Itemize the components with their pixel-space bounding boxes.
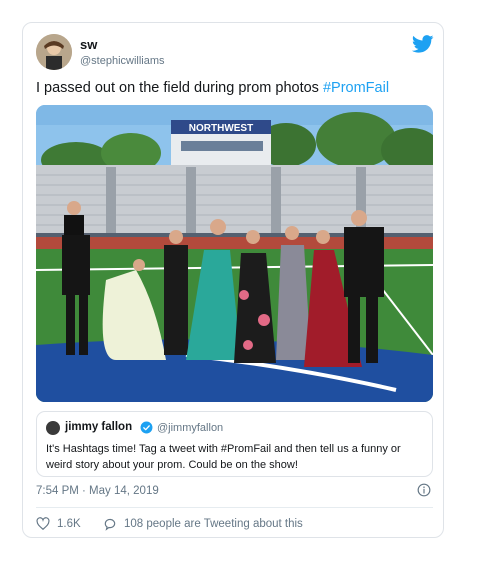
tweet-card[interactable]: sw @stephicwilliams I passed out on the … (22, 22, 444, 538)
tweet-photo[interactable]: NORTHWEST (36, 105, 433, 402)
user-handle[interactable]: @stephicwilliams (80, 55, 165, 67)
hashtag-link[interactable]: #PromFail (323, 80, 389, 96)
avatar[interactable] (36, 34, 72, 70)
twitter-bird-icon[interactable] (412, 35, 434, 53)
quoted-avatar[interactable] (46, 421, 60, 435)
quoted-text: It's Hashtags time! Tag a tweet with #Pr… (46, 443, 401, 471)
verified-badge-icon (140, 421, 153, 434)
display-name[interactable]: sw (80, 37, 97, 52)
quoted-display-name[interactable]: jimmy fallon (65, 421, 132, 433)
tweeting-about-text: 108 people are Tweeting about this (124, 518, 303, 530)
like-count: 1.6K (57, 518, 81, 530)
stadium-sign: NORTHWEST (189, 123, 253, 134)
tweet-text: I passed out on the field during prom ph… (36, 80, 389, 96)
like-button[interactable]: 1.6K (36, 516, 81, 532)
tweet-text-body: I passed out on the field during prom ph… (36, 80, 323, 96)
heart-icon (36, 517, 50, 531)
quoted-tweet[interactable]: jimmy fallon @jimmyfallon It's Hashtags … (36, 411, 433, 477)
timestamp[interactable]: 7:54 PM · May 14, 2019 (36, 485, 159, 497)
tweeting-about-link[interactable]: 108 people are Tweeting about this (103, 516, 303, 532)
divider (36, 507, 433, 508)
info-icon[interactable] (417, 483, 431, 497)
reply-icon (104, 518, 116, 531)
quoted-handle[interactable]: @jimmyfallon (157, 422, 223, 434)
